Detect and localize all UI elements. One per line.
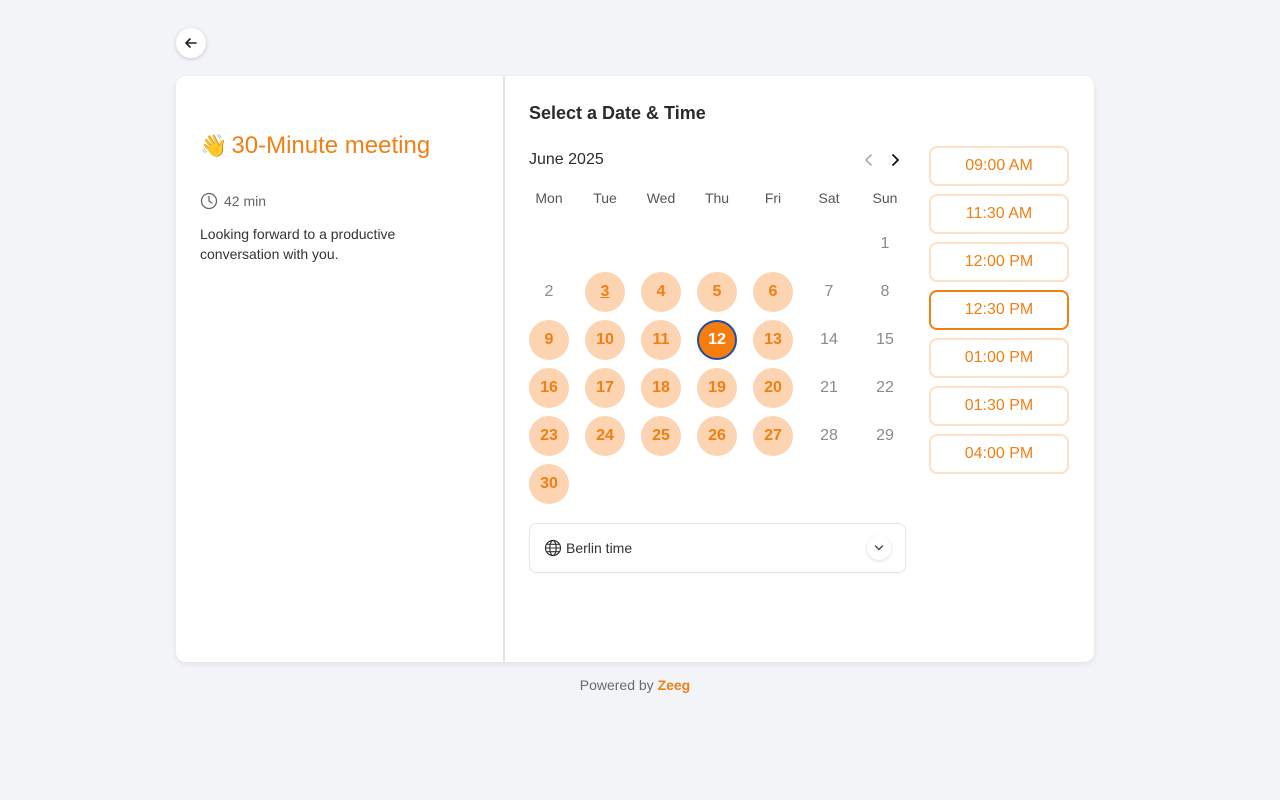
previous-month-button[interactable] (859, 150, 879, 170)
calendar-day-available[interactable]: 18 (641, 368, 681, 408)
calendar-day-available[interactable]: 17 (585, 368, 625, 408)
weekday-label: Wed (646, 190, 676, 206)
calendar-day-available[interactable]: 16 (529, 368, 569, 408)
calendar-day-available[interactable]: 5 (697, 272, 737, 312)
calendar-day-unavailable: 21 (820, 379, 838, 396)
calendar-day-available[interactable]: 26 (697, 416, 737, 456)
calendar-day-available[interactable]: 23 (529, 416, 569, 456)
clock-icon (200, 192, 218, 210)
time-slot-button[interactable]: 01:00 PM (929, 338, 1069, 378)
calendar-day-today[interactable]: 3 (585, 272, 625, 312)
timezone-label: Berlin time (566, 540, 633, 556)
globe-icon (544, 539, 562, 557)
calendar-day-available[interactable]: 19 (697, 368, 737, 408)
scheduler-heading: Select a Date & Time (529, 103, 706, 123)
time-slot-button-selected[interactable]: 12:30 PM (929, 290, 1069, 330)
weekday-label: Mon (535, 190, 563, 206)
weekday-header: Mon Tue Wed Thu Fri Sat Sun (529, 190, 921, 206)
calendar-day-available[interactable]: 6 (753, 272, 793, 312)
calendar-day-available[interactable]: 10 (585, 320, 625, 360)
calendar-day-available[interactable]: 27 (753, 416, 793, 456)
weekday-label: Sun (872, 190, 898, 206)
calendar-day-available[interactable]: 30 (529, 464, 569, 504)
back-button[interactable] (176, 28, 206, 58)
next-month-button[interactable] (885, 150, 905, 170)
calendar-empty-cell (641, 224, 681, 264)
calendar-day-unavailable: 28 (820, 427, 838, 444)
event-duration: 42 min (200, 192, 479, 210)
chevron-left-icon (865, 154, 872, 166)
calendar-grid: 1 2 3 4 5 6 7 8 9 10 11 12 13 14 15 16 17 18 19 20 21 22 23 24 2… (529, 224, 921, 512)
booking-card: 👋 30-Minute meeting 42 min Looking forwa… (176, 76, 1094, 662)
calendar-day-unavailable: 15 (876, 331, 894, 348)
powered-by-footer: Powered by Zeeg (0, 677, 1270, 693)
weekday-label: Fri (764, 190, 782, 206)
chevron-right-icon (892, 154, 899, 166)
calendar-empty-cell (697, 224, 737, 264)
scheduler-panel: Select a Date & Time June 2025 Mon Tue Wed… (505, 76, 1094, 662)
calendar-empty-cell (753, 224, 793, 264)
weekday-label: Sat (818, 190, 840, 206)
time-slot-button[interactable]: 09:00 AM (929, 146, 1069, 186)
calendar-empty-cell (585, 224, 625, 264)
time-slot-button[interactable]: 11:30 AM (929, 194, 1069, 234)
calendar-day-available[interactable]: 4 (641, 272, 681, 312)
event-info-panel: 👋 30-Minute meeting 42 min Looking forwa… (176, 76, 505, 662)
weekday-label: Tue (593, 190, 617, 206)
calendar-day-unavailable: 1 (880, 235, 890, 252)
event-title: 👋 30-Minute meeting (200, 132, 479, 160)
time-slot-button[interactable]: 04:00 PM (929, 434, 1069, 474)
timezone-select[interactable]: Berlin time (529, 523, 906, 573)
calendar-day-available[interactable]: 24 (585, 416, 625, 456)
time-slot-button[interactable]: 01:30 PM (929, 386, 1069, 426)
wave-emoji: 👋 (200, 133, 228, 158)
calendar-day-available[interactable]: 9 (529, 320, 569, 360)
calendar-empty-cell (529, 224, 569, 264)
month-label: June 2025 (529, 151, 604, 168)
duration-text: 42 min (224, 193, 267, 209)
calendar-day-unavailable: 22 (876, 379, 894, 396)
calendar-day-available[interactable]: 11 (641, 320, 681, 360)
calendar-day-unavailable: 7 (824, 283, 834, 300)
calendar-day-unavailable: 8 (880, 283, 890, 300)
calendar-day-unavailable: 29 (876, 427, 894, 444)
time-slot-button[interactable]: 12:00 PM (929, 242, 1069, 282)
weekday-label: Thu (704, 190, 730, 206)
calendar-empty-cell (809, 224, 849, 264)
time-slot-list: 09:00 AM 11:30 AM 12:00 PM 12:30 PM 01:00 PM… (929, 146, 1069, 474)
timezone-dropdown-toggle[interactable] (867, 536, 891, 560)
footer-prefix: Powered by (579, 677, 658, 693)
brand-link[interactable]: Zeeg (658, 677, 691, 693)
calendar-day-available[interactable]: 13 (753, 320, 793, 360)
calendar-day-unavailable: 14 (820, 331, 838, 348)
calendar-day-selected[interactable]: 12 (697, 320, 737, 360)
arrow-left-icon (185, 38, 197, 48)
chevron-down-icon (874, 545, 884, 551)
event-description: Looking forward to a productive conversa… (200, 226, 396, 262)
event-title-text: 30-Minute meeting (231, 132, 431, 159)
calendar-day-available[interactable]: 25 (641, 416, 681, 456)
calendar-day-available[interactable]: 20 (753, 368, 793, 408)
calendar-day-unavailable: 2 (544, 283, 554, 300)
